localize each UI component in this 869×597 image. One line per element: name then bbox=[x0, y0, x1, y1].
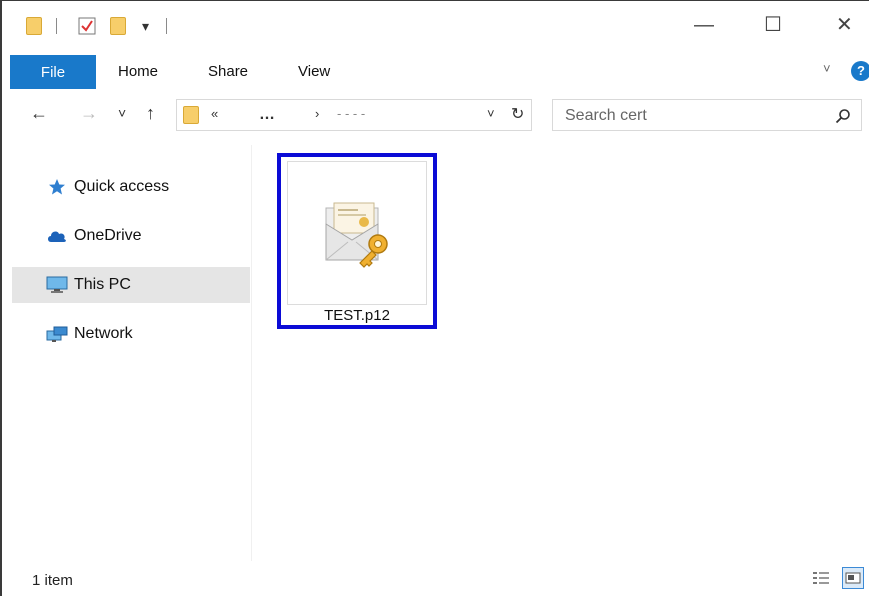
tab-share[interactable]: Share bbox=[208, 63, 248, 80]
up-button[interactable]: ↑ bbox=[146, 103, 155, 124]
item-count: 1 item bbox=[32, 572, 73, 589]
tab-view[interactable]: View bbox=[298, 63, 330, 80]
recent-locations-button[interactable]: ˅ bbox=[118, 105, 126, 121]
file-item[interactable]: TEST.p12 bbox=[277, 153, 437, 329]
folder-icon bbox=[183, 106, 199, 124]
divider bbox=[56, 15, 57, 37]
search-placeholder: Search cert bbox=[565, 107, 647, 124]
address-dropdown-icon[interactable]: ˅ bbox=[487, 106, 495, 121]
new-folder-icon[interactable] bbox=[110, 15, 126, 37]
file-explorer-window: ▾ — ☐ ✕ File Home Share View ˅ ? ← → ˅ ↑… bbox=[0, 0, 869, 597]
title-bar: ▾ — ☐ ✕ bbox=[2, 1, 869, 51]
certificate-file-icon bbox=[325, 202, 388, 268]
navigation-pane: Quick access OneDrive This PC Network bbox=[2, 145, 252, 561]
file-thumbnail bbox=[287, 161, 427, 305]
forward-button[interactable]: → bbox=[80, 103, 98, 124]
tab-home[interactable]: Home bbox=[118, 63, 158, 80]
sidebar-item-label: Quick access bbox=[74, 178, 170, 195]
breadcrumb-separator[interactable]: › bbox=[315, 106, 319, 121]
back-button[interactable]: ← bbox=[30, 103, 48, 124]
breadcrumb-ellipsis[interactable]: … bbox=[259, 106, 275, 124]
close-button[interactable]: ✕ bbox=[836, 13, 853, 37]
file-list: TEST.p12 bbox=[254, 145, 869, 561]
breadcrumb-overflow[interactable]: « bbox=[211, 106, 218, 121]
ribbon-tabs: File Home Share View ˅ ? bbox=[2, 51, 869, 89]
refresh-icon[interactable]: ↻ bbox=[511, 104, 524, 124]
search-icon[interactable] bbox=[835, 108, 851, 124]
tab-file[interactable]: File bbox=[10, 55, 96, 89]
star-icon bbox=[46, 178, 68, 196]
sidebar-item-onedrive[interactable]: OneDrive bbox=[12, 218, 250, 254]
status-bar: 1 item bbox=[2, 561, 869, 597]
folder-icon bbox=[26, 15, 42, 37]
properties-icon[interactable] bbox=[78, 15, 96, 37]
sidebar-item-quick-access[interactable]: Quick access bbox=[12, 169, 250, 205]
sidebar-item-this-pc[interactable]: This PC bbox=[12, 267, 250, 303]
sidebar-item-label: OneDrive bbox=[74, 227, 142, 244]
details-view-icon[interactable] bbox=[810, 567, 832, 589]
file-name: TEST.p12 bbox=[324, 307, 390, 324]
maximize-button[interactable]: ☐ bbox=[764, 13, 782, 37]
minimize-button[interactable]: — bbox=[694, 13, 714, 37]
cloud-icon bbox=[46, 227, 68, 245]
large-icons-view-icon[interactable] bbox=[842, 567, 864, 589]
expand-ribbon-icon[interactable]: ˅ bbox=[823, 61, 831, 76]
divider bbox=[166, 15, 167, 37]
search-box[interactable]: Search cert bbox=[552, 99, 862, 131]
sidebar-item-label: Network bbox=[74, 325, 133, 342]
address-bar[interactable]: « … › - - - - ˅ ↻ bbox=[176, 99, 532, 131]
network-icon bbox=[46, 325, 68, 343]
breadcrumb-current[interactable]: - - - - bbox=[337, 106, 365, 121]
sidebar-item-label: This PC bbox=[74, 276, 131, 293]
computer-icon bbox=[46, 276, 68, 294]
sidebar-item-network[interactable]: Network bbox=[12, 316, 250, 352]
customize-quick-access-icon[interactable]: ▾ bbox=[142, 15, 149, 37]
address-row: ← → ˅ ↑ « … › - - - - ˅ ↻ Search cert bbox=[2, 89, 869, 145]
help-icon[interactable]: ? bbox=[851, 61, 869, 81]
